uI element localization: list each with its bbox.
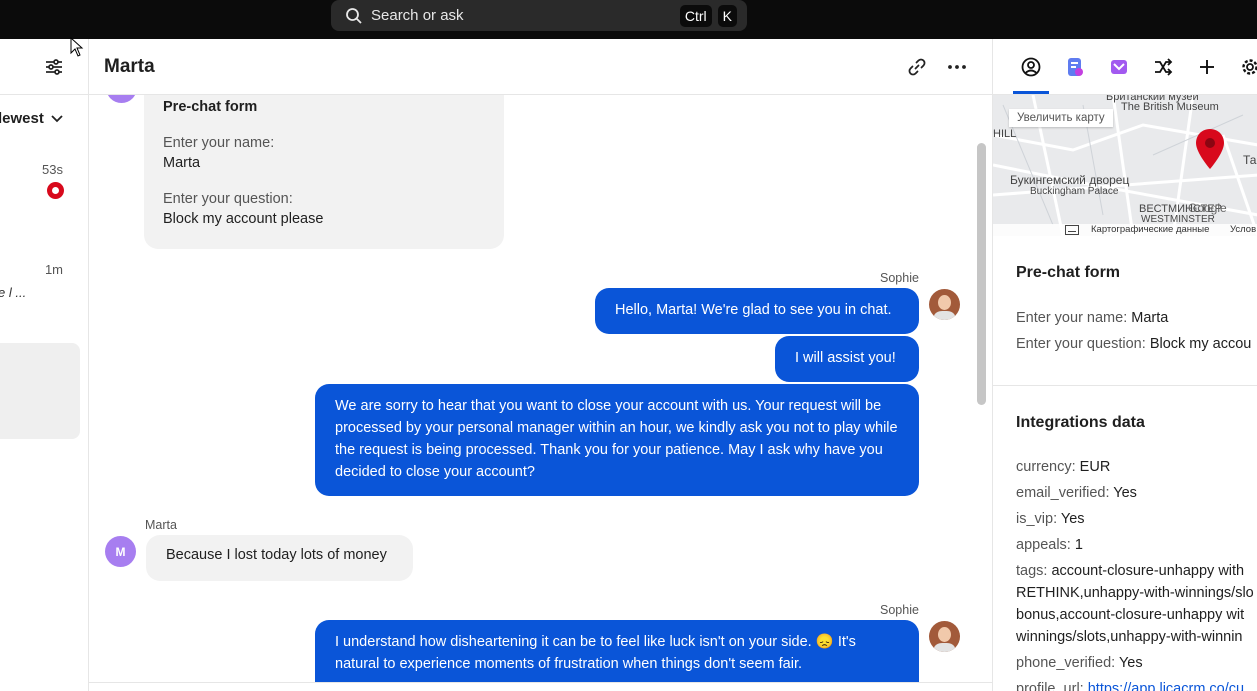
sort-dropdown[interactable]: lewest [0,110,64,127]
map-pin-icon [1196,129,1224,169]
integration-tags-line: RETHINK,unhappy-with-winnings/slo [1016,585,1254,601]
search-label: Search or ask [371,7,464,24]
map-google-logo: Google [1188,201,1227,215]
global-search[interactable]: Search or ask Ctrl K [331,0,747,31]
agent-message: I will assist you! [775,336,919,382]
chevron-down-icon [51,114,63,122]
prechat-section: Pre-chat form Enter your name: Marta Ent… [993,236,1257,386]
shortcut-ctrl: Ctrl [679,4,712,27]
shortcut-k: K [717,4,737,27]
integration-tags-row: tags: account-closure-unhappy with [1016,563,1245,579]
map-data-link[interactable]: Картографические данные [1091,224,1209,235]
agent-avatar [929,289,960,320]
agent-message: We are sorry to hear that you want to cl… [315,384,919,496]
prechat-question: Enter your name: [163,135,275,151]
map-label: The British Museum [1121,101,1219,113]
conversation-time: 53s [42,162,63,177]
conversation-list: lewest 53s 1m e l ... [0,39,89,691]
message-sender: Sophie [880,271,919,285]
chat-header: Marta [89,39,992,95]
section-title: Integrations data [1016,414,1145,431]
prechat-answer: Block my account please [163,211,324,227]
map-terms-link[interactable]: Услов [1230,224,1256,235]
link-icon[interactable] [907,57,927,77]
map-footer: Картографические данные Услов [993,224,1257,236]
integration-row: profile_url: https://app.licacrm.co/cu [1016,678,1244,691]
message-sender: Sophie [880,603,919,617]
map-label: Buckingham Palace [1030,186,1119,197]
top-bar: Search or ask Ctrl K [0,0,1257,39]
agent-avatar [929,621,960,652]
section-title: Pre-chat form [1016,264,1121,281]
settings-gear-icon[interactable] [1239,56,1257,78]
integration-row: phone_verified: Yes [1016,655,1143,671]
chat-title: Marta [104,56,155,77]
tab-crm-app-icon[interactable] [1064,56,1086,78]
details-panel: Британский музей The British Museum HILL… [992,39,1257,691]
prechat-question: Enter your question: [163,191,293,207]
sort-label: lewest [0,110,44,127]
integration-row: is_vip: Yes [1016,511,1085,527]
mouse-cursor-icon [70,37,84,57]
prechat-row: Enter your name: Marta [1016,310,1169,326]
chat-window: Marta Pre-chat form Enter your name: Mar… [89,39,992,691]
search-icon [346,7,362,24]
prechat-title: Pre-chat form [163,99,258,115]
location-map[interactable]: Британский музей The British Museum HILL… [993,95,1257,236]
map-label: HILL [993,128,1017,140]
integration-row: email_verified: Yes [1016,485,1137,501]
tab-customer-icon[interactable] [1020,56,1042,78]
integration-row: currency: EUR [1016,459,1111,475]
tab-app-icon[interactable] [1108,56,1130,78]
keyboard-icon[interactable] [1065,225,1079,235]
integrations-section: Integrations data currency: EUR email_ve… [993,386,1257,691]
prechat-answer: Marta [163,155,201,171]
filter-icon[interactable] [44,57,64,77]
tab-shuffle-icon[interactable] [1152,56,1174,78]
chat-composer-edge [89,682,992,691]
agent-message: I understand how disheartening it can be… [315,620,919,683]
customer-avatar: M [105,536,136,567]
unread-status-icon [47,182,64,199]
map-label: Букингемский дворец [1010,173,1130,187]
chat-messages: Pre-chat form Enter your name: Marta Ent… [89,95,992,683]
chat-scrollbar[interactable] [977,143,986,405]
selected-conversation-item[interactable] [0,343,80,439]
message-sender: Marta [145,518,177,532]
prechat-form-card: Pre-chat form Enter your name: Marta Ent… [144,95,504,249]
map-label: Та [1243,153,1257,167]
conversation-preview: e l ... [0,285,27,300]
add-tab-icon[interactable] [1196,56,1218,78]
more-options-icon[interactable] [947,57,967,77]
integration-tags-line: winnings/slots,unhappy-with-winnin [1016,629,1243,645]
customer-message: Because I lost today lots of money [146,535,413,581]
profile-url-link[interactable]: https://app.licacrm.co/cu [1088,681,1244,691]
conversation-time: 1m [44,262,63,277]
agent-message: Hello, Marta! We're glad to see you in c… [595,288,919,334]
map-enlarge-button[interactable]: Увеличить карту [1009,109,1113,127]
integration-tags-line: bonus,account-closure-unhappy wit [1016,607,1245,623]
active-tab-indicator [1013,91,1049,94]
customer-avatar [106,95,137,103]
integration-row: appeals: 1 [1016,537,1083,553]
details-tabs [993,39,1257,95]
prechat-row: Enter your question: Block my accou [1016,336,1252,352]
